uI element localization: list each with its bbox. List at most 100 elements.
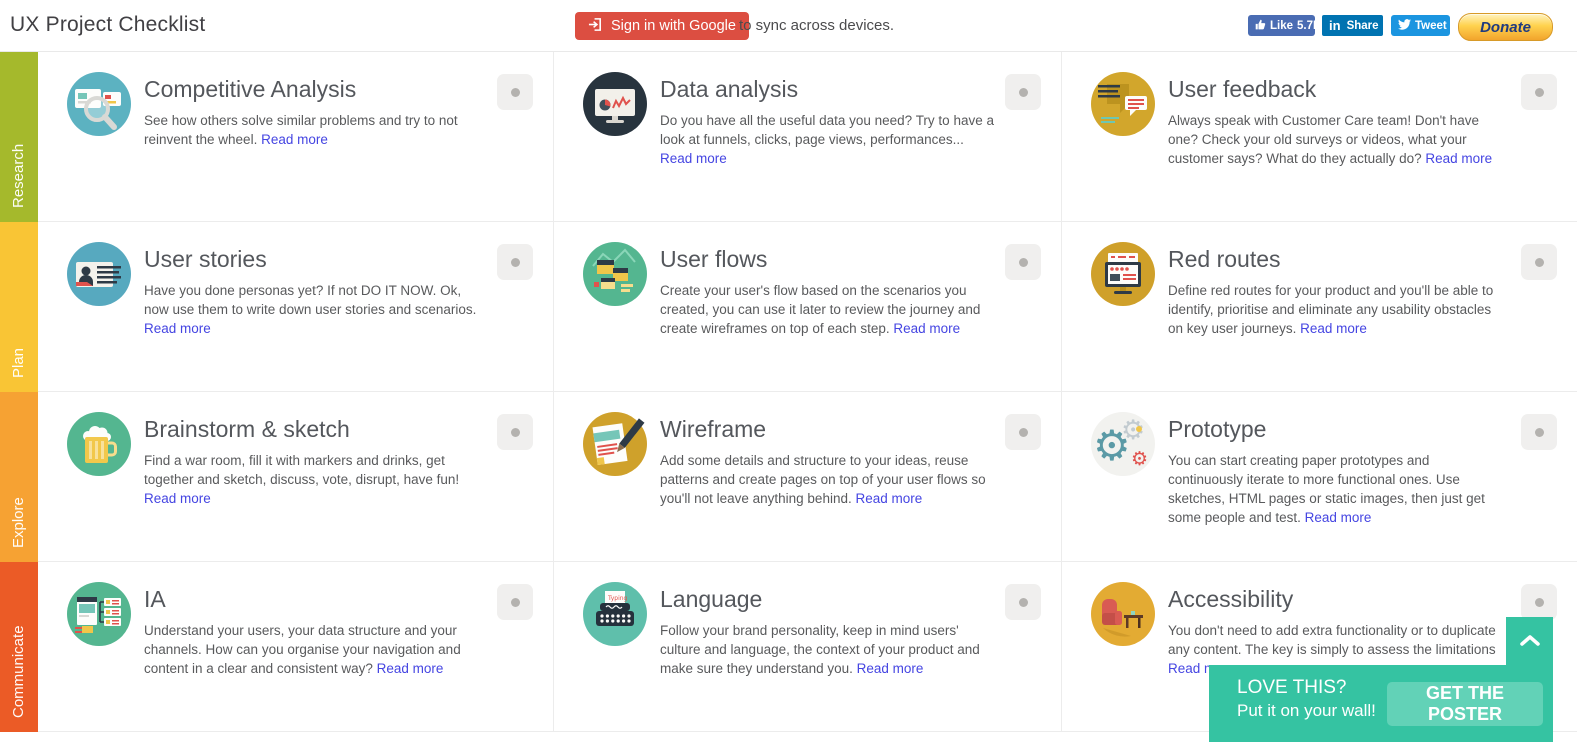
card-title: Data analysis — [660, 74, 995, 104]
section-communicate: Communicate — [0, 562, 38, 732]
dot-icon — [1535, 428, 1544, 437]
ux-checklist-page: UX Project Checklist Sign in with Google… — [0, 0, 1577, 742]
dot-icon — [511, 258, 520, 267]
checklist-toggle[interactable] — [497, 74, 533, 110]
brainstorm-sketch-icon — [67, 412, 131, 476]
card-description: Add some details and structure to your i… — [660, 453, 986, 506]
checklist-toggle[interactable] — [497, 244, 533, 280]
section-label: Explore — [0, 497, 38, 562]
card-description: Follow your brand personality, keep in m… — [660, 623, 980, 676]
dot-icon — [511, 598, 520, 607]
category-sidebar: Research Plan Explore Communicate — [0, 52, 38, 732]
card-user-feedback: User feedback Always speak with Customer… — [1062, 52, 1577, 222]
linkedin-icon: in — [1329, 18, 1341, 33]
section-research: Research — [0, 52, 38, 222]
card-title: Wireframe — [660, 414, 995, 444]
dot-icon — [1019, 598, 1028, 607]
facebook-like-button[interactable]: Like 5.7K — [1248, 15, 1315, 36]
card-title: Red routes — [1168, 244, 1504, 274]
user-stories-icon — [67, 242, 131, 306]
read-more-link[interactable]: Read more — [1305, 510, 1372, 525]
language-icon: Typing — [583, 582, 647, 646]
dot-icon — [1019, 88, 1028, 97]
dot-icon — [1535, 88, 1544, 97]
wireframe-icon — [583, 412, 647, 476]
card-title: Accessibility — [1168, 584, 1504, 614]
read-more-link[interactable]: Read more — [144, 321, 211, 336]
card-description: Do you have all the useful data you need… — [660, 113, 994, 147]
competitive-analysis-icon — [67, 72, 131, 136]
ia-icon — [67, 582, 131, 646]
section-explore: Explore — [0, 392, 38, 562]
checklist-grid: Competitive Analysis See how others solv… — [38, 52, 1577, 732]
section-label: Research — [0, 144, 38, 222]
facebook-like-label: Like — [1270, 20, 1293, 32]
poster-subheading: Put it on your wall! — [1237, 700, 1376, 722]
card-data-analysis: Data analysis Do you have all the useful… — [554, 52, 1062, 222]
thumbs-up-icon — [1255, 19, 1266, 33]
card-user-flows: User flows Create your user's flow based… — [554, 222, 1062, 392]
checklist-toggle[interactable] — [1005, 414, 1041, 450]
signin-note: to sync across devices. — [739, 17, 894, 34]
dot-icon — [1535, 598, 1544, 607]
checklist-toggle[interactable] — [1005, 584, 1041, 620]
chevron-up-icon — [1519, 633, 1541, 650]
twitter-bird-icon — [1398, 19, 1411, 33]
card-prototype: ⚙ ⚙ ⚙ Prototype You can start creating p… — [1062, 392, 1577, 562]
donate-button[interactable]: Donate — [1458, 13, 1553, 41]
checklist-toggle[interactable] — [1005, 244, 1041, 280]
read-more-link[interactable]: Read more — [893, 321, 960, 336]
svg-text:⚙: ⚙ — [1131, 448, 1148, 470]
checklist-toggle[interactable] — [497, 414, 533, 450]
card-description: You don't need to add extra functionalit… — [1168, 623, 1496, 657]
checklist-toggle[interactable] — [497, 584, 533, 620]
checklist-toggle[interactable] — [1521, 414, 1557, 450]
page-title: UX Project Checklist — [10, 13, 205, 37]
accessibility-icon — [1091, 582, 1155, 646]
read-more-link[interactable]: Read more — [144, 491, 211, 506]
section-label: Communicate — [0, 625, 38, 732]
read-more-link[interactable]: Read more — [1425, 151, 1492, 166]
dot-icon — [1019, 258, 1028, 267]
prototype-icon: ⚙ ⚙ ⚙ — [1091, 412, 1155, 476]
google-signin-button[interactable]: Sign in with Google — [575, 12, 749, 40]
card-wireframe: Wireframe Add some details and structure… — [554, 392, 1062, 562]
checklist-toggle[interactable] — [1521, 584, 1557, 620]
dot-icon — [511, 88, 520, 97]
read-more-link[interactable]: Read more — [855, 491, 922, 506]
twitter-tweet-label: Tweet — [1415, 20, 1447, 32]
card-ia: IA Understand your users, your data stru… — [38, 562, 554, 732]
linkedin-share-button[interactable]: in Share — [1322, 15, 1383, 36]
typewriter-paper-text: Typing — [607, 595, 628, 602]
checklist-toggle[interactable] — [1521, 244, 1557, 280]
scroll-to-top-button[interactable] — [1506, 617, 1553, 665]
card-title: Language — [660, 584, 995, 614]
card-title: User flows — [660, 244, 995, 274]
user-feedback-icon — [1091, 72, 1155, 136]
card-description: Have you done personas yet? If not DO IT… — [144, 283, 476, 317]
read-more-link[interactable]: Read more — [660, 151, 727, 166]
checklist-toggle[interactable] — [1521, 74, 1557, 110]
linkedin-share-label: Share — [1347, 20, 1379, 32]
card-title: User feedback — [1168, 74, 1504, 104]
twitter-tweet-button[interactable]: Tweet — [1391, 15, 1450, 36]
card-title: Competitive Analysis — [144, 74, 480, 104]
card-description: Find a war room, fill it with markers an… — [144, 453, 459, 487]
poster-popup: LOVE THIS? Put it on your wall! GET THE … — [1209, 665, 1553, 742]
poster-heading: LOVE THIS? — [1237, 676, 1376, 700]
checklist-toggle[interactable] — [1005, 74, 1041, 110]
card-title: Brainstorm & sketch — [144, 414, 480, 444]
data-analysis-icon — [583, 72, 647, 136]
read-more-link[interactable]: Read more — [261, 132, 328, 147]
poster-text: LOVE THIS? Put it on your wall! — [1237, 676, 1376, 722]
get-poster-button[interactable]: GET THE POSTER — [1387, 682, 1543, 726]
card-red-routes: Red routes Define red routes for your pr… — [1062, 222, 1577, 392]
read-more-link[interactable]: Read more — [377, 661, 444, 676]
red-routes-icon — [1091, 242, 1155, 306]
card-language: Typing Language Follow your brand person… — [554, 562, 1062, 732]
card-brainstorm-sketch: Brainstorm & sketch Find a war room, fil… — [38, 392, 554, 562]
dot-icon — [1019, 428, 1028, 437]
read-more-link[interactable]: Read more — [857, 661, 924, 676]
section-label: Plan — [0, 348, 38, 392]
read-more-link[interactable]: Read more — [1300, 321, 1367, 336]
